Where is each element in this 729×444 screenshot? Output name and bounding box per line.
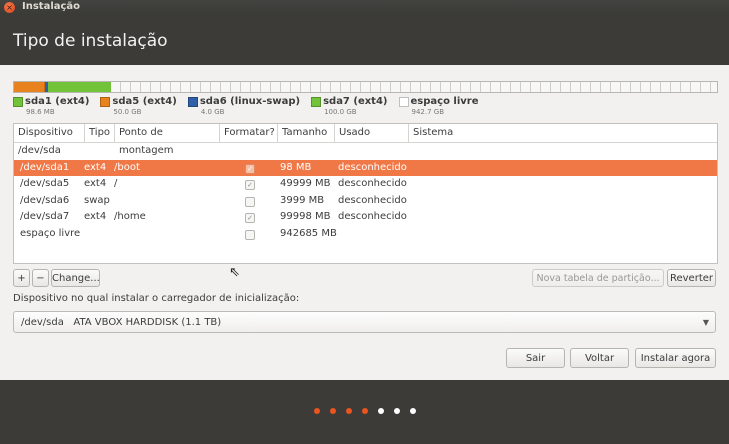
legend-size: 4.0 GB: [200, 108, 225, 116]
table-row[interactable]: /dev/sda5 ext4 / ✓ 49999 MB desconhecido: [14, 176, 717, 193]
legend-size: 98.6 MB: [26, 108, 55, 116]
change-partition-button[interactable]: Change...: [51, 269, 100, 287]
column-header-device[interactable]: Dispositivo: [14, 124, 85, 142]
partition-bar-segment-sda7: [48, 82, 112, 92]
cell-used: desconhecido: [338, 178, 407, 189]
footer: [0, 380, 729, 444]
legend-item: espaço livre 942.7 GB: [398, 96, 479, 116]
legend-swatch: [398, 97, 409, 107]
table-row[interactable]: /dev/sda6 swap 3999 MB desconhecido: [14, 193, 717, 210]
legend-swatch: [13, 97, 23, 107]
bootloader-description: ATA VBOX HARDDISK (1.1 TB): [73, 317, 222, 328]
partition-legend: sda1 (ext4) 98.6 MB sda5 (ext4) 50.0 GB …: [13, 96, 490, 116]
bootloader-label: Dispositivo no qual instalar o carregado…: [13, 293, 300, 304]
cell-used: desconhecido: [338, 194, 407, 206]
progress-dots: [314, 408, 426, 414]
bootloader-device: /dev/sda: [21, 317, 64, 328]
legend-name: sda7 (ext4): [323, 96, 388, 107]
quit-button[interactable]: Sair: [506, 348, 565, 368]
table-header: Dispositivo Tipo Ponto de montagem Forma…: [14, 124, 717, 156]
legend-item: sda5 (ext4) 50.0 GB: [100, 96, 177, 116]
install-now-button[interactable]: Instalar agora: [635, 348, 716, 368]
legend-name: sda1 (ext4): [25, 96, 90, 107]
partition-bar-segment-free: [111, 82, 717, 92]
close-icon[interactable]: ×: [4, 2, 15, 13]
legend-item: sda6 (linux-swap) 4.0 GB: [187, 96, 301, 116]
legend-size: 100.0 GB: [324, 108, 357, 116]
column-header-system[interactable]: Sistema: [409, 124, 717, 142]
add-partition-button[interactable]: +: [13, 269, 30, 287]
table-group-row[interactable]: /dev/sda: [14, 143, 717, 160]
progress-dot: [378, 408, 384, 414]
cell-mount: /: [114, 178, 118, 189]
cell-device: /dev/sda1: [20, 161, 70, 173]
partition-bar: [13, 81, 718, 93]
progress-dot: [314, 408, 320, 414]
legend-swatch: [311, 97, 322, 107]
cell-type: ext4: [84, 161, 107, 173]
cell-mount: /boot: [114, 161, 140, 173]
window-titlebar: × Instalação: [0, 0, 729, 15]
legend-name: sda6 (linux-swap): [199, 96, 301, 107]
column-header-size[interactable]: Tamanho: [278, 124, 335, 142]
format-checkbox[interactable]: ✓: [245, 213, 255, 223]
cell-size: 942685 MB: [280, 227, 337, 239]
page-header: Tipo de instalação: [0, 15, 729, 65]
progress-dot: [410, 408, 416, 414]
legend-item: sda7 (ext4) 100.0 GB: [311, 96, 388, 116]
column-header-format[interactable]: Formatar?: [220, 124, 278, 142]
format-checkbox[interactable]: ✓: [245, 180, 255, 190]
group-device: /dev/sda: [18, 145, 61, 156]
legend-name: espaço livre: [410, 96, 479, 107]
main-content: sda1 (ext4) 98.6 MB sda5 (ext4) 50.0 GB …: [0, 65, 729, 380]
cell-type: swap: [84, 194, 110, 206]
progress-dot: [346, 408, 352, 414]
mouse-pointer-icon: ⇖: [229, 265, 240, 280]
column-header-type[interactable]: Tipo: [85, 124, 115, 142]
cell-size: 99998 MB: [280, 211, 331, 222]
legend-name: sda5 (ext4): [112, 96, 177, 107]
cell-size: 49999 MB: [280, 178, 331, 189]
cell-device: /dev/sda5: [20, 178, 70, 189]
progress-dot: [394, 408, 400, 414]
cell-device: /dev/sda6: [20, 194, 70, 206]
cell-type: ext4: [84, 178, 107, 189]
column-header-mount[interactable]: Ponto de montagem: [115, 124, 220, 156]
back-button[interactable]: Voltar: [570, 348, 629, 368]
progress-dot: [330, 408, 336, 414]
legend-swatch: [187, 97, 198, 107]
window-title: Instalação: [22, 1, 81, 12]
chevron-down-icon: ▼: [702, 318, 709, 327]
revert-button[interactable]: Reverter: [667, 269, 716, 287]
page-title: Tipo de instalação: [13, 31, 168, 51]
cell-device: /dev/sda7: [20, 211, 70, 222]
legend-size: 50.0 GB: [113, 108, 142, 116]
format-checkbox[interactable]: [245, 196, 255, 207]
table-row[interactable]: espaço livre 942685 MB: [14, 226, 717, 243]
partition-bar-segment-sda5: [14, 82, 46, 92]
cell-type: ext4: [84, 211, 107, 222]
format-checkbox[interactable]: [245, 229, 255, 240]
cell-mount: /home: [114, 211, 146, 222]
legend-swatch: [100, 97, 111, 107]
cell-device: espaço livre: [20, 227, 81, 239]
column-header-used[interactable]: Usado: [335, 124, 409, 142]
cell-size: 3999 MB: [280, 194, 325, 206]
cell-used: desconhecido: [338, 161, 407, 173]
cell-used: desconhecido: [338, 211, 407, 222]
new-partition-table-button[interactable]: Nova tabela de partição...: [532, 269, 664, 287]
format-checkbox[interactable]: ✓: [245, 163, 255, 174]
legend-size: 942.7 GB: [411, 108, 445, 116]
progress-dot: [362, 408, 368, 414]
legend-item: sda1 (ext4) 98.6 MB: [13, 96, 89, 116]
bootloader-device-select[interactable]: /dev/sda ATA VBOX HARDDISK (1.1 TB) ▼: [13, 311, 716, 333]
table-row[interactable]: /dev/sda1 ext4 /boot ✓ 98 MB desconhecid…: [14, 159, 717, 176]
remove-partition-button[interactable]: −: [32, 269, 49, 287]
partition-table: Dispositivo Tipo Ponto de montagem Forma…: [13, 123, 718, 264]
cell-size: 98 MB: [280, 161, 312, 173]
bootloader-selected: /dev/sda ATA VBOX HARDDISK (1.1 TB): [21, 312, 221, 334]
table-row[interactable]: /dev/sda7 ext4 /home ✓ 99998 MB desconhe…: [14, 209, 717, 226]
